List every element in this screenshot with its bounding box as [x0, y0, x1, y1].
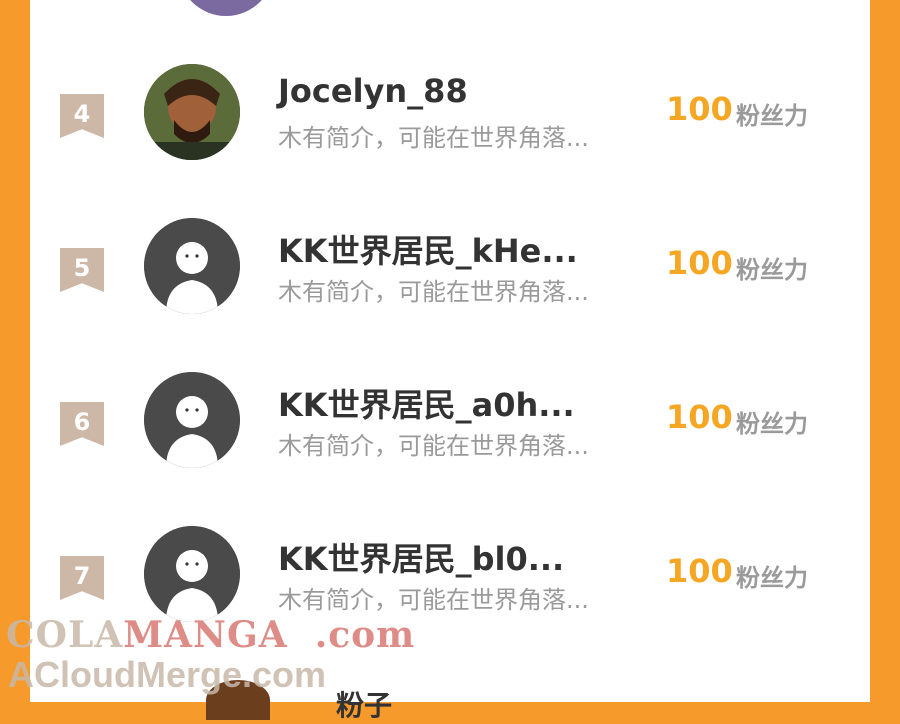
fan-power-value: 100 — [666, 244, 733, 282]
default-avatar-icon — [144, 526, 240, 622]
rank-badge: 5 — [60, 248, 104, 292]
user-name[interactable]: 粉子 — [336, 684, 392, 724]
fan-power-label: 粉丝力 — [736, 102, 808, 130]
default-avatar-icon — [144, 372, 240, 468]
user-bio: 木有简介，可能在世界角落... — [278, 124, 589, 152]
user-name[interactable]: KK世界居民_a0h... — [278, 380, 575, 426]
default-avatar-icon — [144, 218, 240, 314]
user-bio: 木有简介，可能在世界角落... — [278, 586, 589, 614]
fan-power-value: 100 — [666, 90, 733, 128]
user-bio: 木有简介，可能在世界角落... — [278, 432, 589, 460]
fan-power-label: 粉丝力 — [736, 564, 808, 592]
rank-badge: 7 — [60, 556, 104, 600]
fan-power-label: 粉丝力 — [736, 256, 808, 284]
user-name[interactable]: KK世界居民_bl0... — [278, 534, 564, 580]
watermark: COLAMANGA .com — [6, 614, 415, 656]
avatar[interactable] — [144, 64, 240, 160]
fan-power-label: 粉丝力 — [736, 410, 808, 438]
rank-badge: 6 — [60, 402, 104, 446]
avatar[interactable] — [144, 372, 240, 468]
avatar[interactable] — [178, 0, 274, 16]
watermark-part: .com — [314, 614, 416, 656]
fan-power-value: 100 — [666, 398, 733, 436]
watermark-part: MANGA — [123, 614, 288, 656]
user-name[interactable]: Jocelyn_88 — [278, 72, 468, 110]
rank-badge: 4 — [60, 94, 104, 138]
fan-ranking-panel: 4 Jocelyn_88 木有简介，可能在世界角落... 100 粉丝力 5 K… — [30, 0, 870, 722]
watermark: ACloudMerge.com — [8, 654, 327, 695]
user-photo-icon — [144, 64, 240, 160]
user-name[interactable]: KK世界居民_kHe... — [278, 226, 578, 272]
list-item[interactable]: 4 Jocelyn_88 木有简介，可能在世界角落... 100 粉丝力 — [30, 64, 870, 194]
list-item[interactable]: 5 KK世界居民_kHe... 木有简介，可能在世界角落... 100 粉丝力 — [30, 218, 870, 348]
fan-power-value: 100 — [666, 552, 733, 590]
avatar[interactable] — [144, 526, 240, 622]
user-bio: 木有简介，可能在世界角落... — [278, 278, 589, 306]
watermark-part: COLA — [6, 614, 124, 656]
avatar[interactable] — [144, 218, 240, 314]
list-item[interactable]: 6 KK世界居民_a0h... 木有简介，可能在世界角落... 100 粉丝力 — [30, 372, 870, 502]
